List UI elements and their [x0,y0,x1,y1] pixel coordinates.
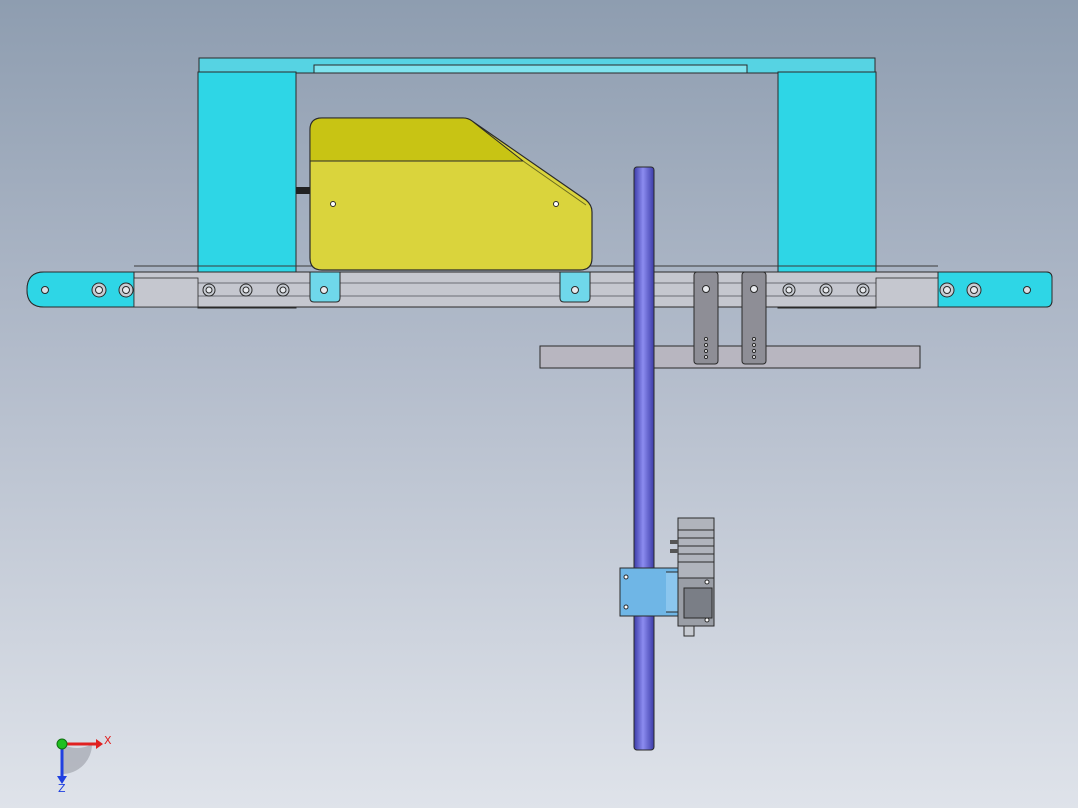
coordinate-triad-icon: X Z [56,734,112,795]
gray-plate[interactable] [539,345,921,369]
triad-x-label: X [104,734,112,747]
rail-end-cap-right[interactable] [937,271,1053,308]
rail-clip-right[interactable] [741,271,767,365]
y-axis-dot [56,738,68,750]
assembly-drawing: X Z [26,57,1053,795]
top-frame-bar[interactable] [198,57,876,74]
cad-viewport[interactable]: X Z [0,0,1078,808]
triad-z-label: Z [58,782,66,795]
horizontal-rail[interactable] [26,265,1053,308]
cover-shaft [296,187,310,194]
vertical-rod[interactable] [633,166,655,751]
rail-clip-left[interactable] [693,271,719,365]
